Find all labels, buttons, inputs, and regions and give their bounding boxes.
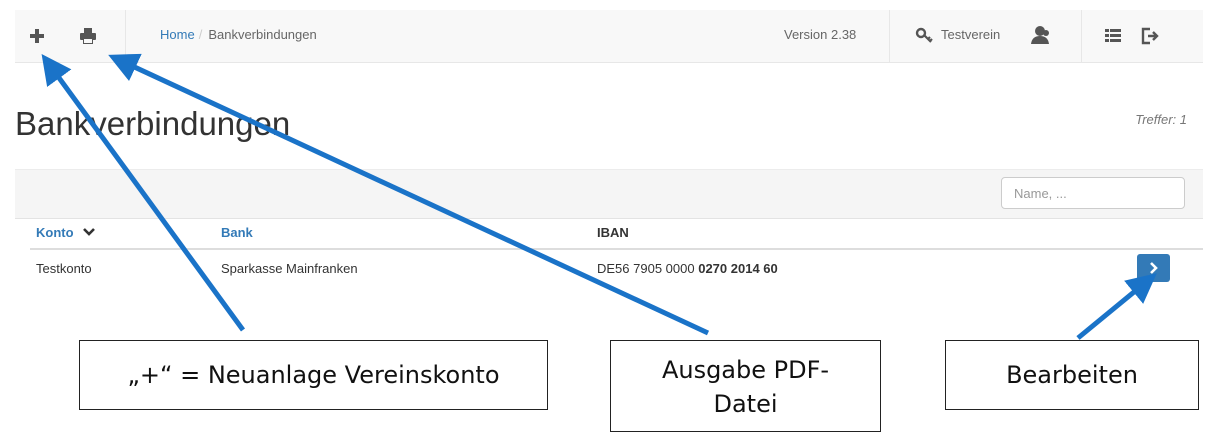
callout-edit: Bearbeiten: [945, 340, 1199, 410]
breadcrumb-current: Bankverbindungen: [208, 27, 317, 42]
breadcrumb-separator: /: [198, 27, 203, 42]
hit-count: Treffer: 1: [1135, 112, 1187, 127]
navbar-divider: [1081, 10, 1082, 62]
konto-cell: Testkonto: [36, 261, 92, 276]
breadcrumb: Home / Bankverbindungen: [160, 27, 317, 42]
iban-cell: DE56 7905 0000 0270 2014 60: [591, 249, 1137, 287]
key-icon: [915, 27, 933, 43]
column-header-label: Konto: [36, 224, 74, 240]
table-row: Testkonto Sparkasse Mainfranken DE56 790…: [30, 249, 1203, 287]
chevron-down-icon: [83, 227, 96, 236]
user-icon[interactable]: [1030, 24, 1054, 46]
column-header-bank[interactable]: Bank: [215, 222, 591, 250]
column-header-actions: [1137, 222, 1203, 250]
iban-suffix: 0270 2014 60: [698, 261, 778, 276]
navbar-divider: [889, 10, 890, 62]
breadcrumb-home-link[interactable]: Home: [160, 27, 195, 42]
bank-accounts-table: Konto Bank IBAN Testkonto Sparkasse Main…: [30, 222, 1203, 287]
iban-prefix: DE56 7905 0000: [597, 261, 695, 276]
bank-cell: Sparkasse Mainfranken: [221, 261, 358, 276]
club-name[interactable]: Testverein: [941, 27, 1000, 42]
chevron-right-icon: [1150, 262, 1158, 274]
logout-icon[interactable]: [1140, 26, 1160, 46]
search-input[interactable]: [1001, 177, 1185, 209]
navbar-divider: [125, 10, 126, 62]
table-header-row: Konto Bank IBAN: [30, 222, 1203, 250]
page-title: Bankverbindungen: [15, 105, 291, 142]
edit-row-button[interactable]: [1137, 254, 1170, 282]
version-label: Version 2.38: [784, 27, 857, 42]
top-navbar: Home / Bankverbindungen Version 2.38 Testv…: [15, 10, 1203, 63]
column-header-label: IBAN: [597, 224, 629, 240]
arrow-to-edit-button: [1076, 273, 1157, 340]
print-icon[interactable]: [78, 26, 98, 46]
column-header-label: Bank: [221, 224, 253, 240]
column-header-konto[interactable]: Konto: [30, 222, 215, 250]
list-icon[interactable]: [1103, 26, 1123, 46]
column-header-iban: IBAN: [591, 222, 1137, 250]
callout-new-account: „+“ = Neuanlage Vereinskonto: [79, 340, 548, 410]
table-toolbar: [15, 169, 1203, 219]
callout-pdf-output: Ausgabe PDF-Datei: [610, 340, 881, 432]
action-cell: [1137, 249, 1203, 287]
plus-icon[interactable]: [27, 26, 47, 46]
